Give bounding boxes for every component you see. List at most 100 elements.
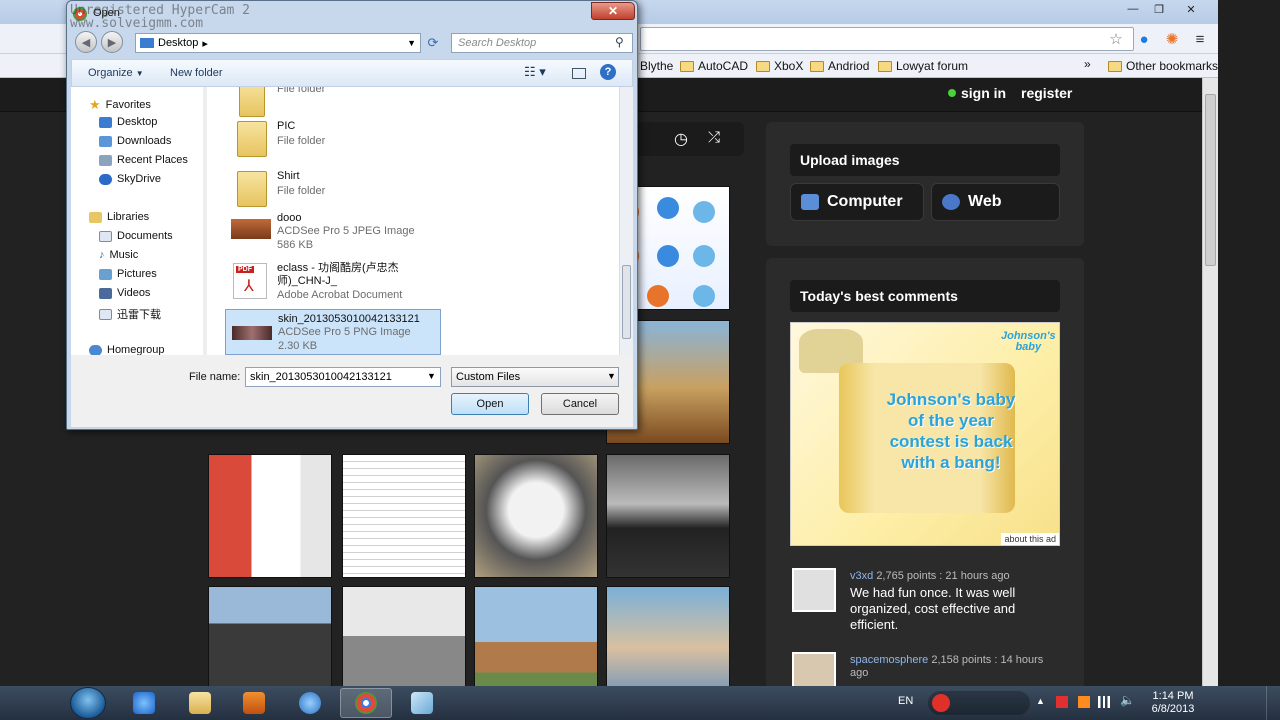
show-desktop-button[interactable]: [1266, 686, 1280, 720]
file-item-shirt[interactable]: Shirt File folder: [225, 167, 441, 213]
taskbar-chrome[interactable]: [340, 688, 392, 718]
menu-icon[interactable]: ≡: [1190, 29, 1210, 49]
file-item-eclass[interactable]: PDF ⅄ eclass - 功阁酷房(卢忠杰师)_CHN-J_ Adobe A…: [225, 259, 441, 305]
file-type-select[interactable]: Custom Files: [451, 367, 619, 387]
close-window-button[interactable]: ✕: [1178, 0, 1204, 18]
other-bookmarks[interactable]: Other bookmarks: [1108, 57, 1218, 75]
taskbar-app[interactable]: [396, 688, 448, 718]
gallery-thumb[interactable]: [474, 586, 598, 686]
view-options-icon[interactable]: ☷ ▾: [524, 64, 546, 80]
search-input[interactable]: Search Desktop: [451, 33, 633, 53]
file-size: 586 KB: [277, 239, 314, 251]
nav-pictures[interactable]: Pictures: [99, 268, 157, 280]
file-item-pic[interactable]: PIC File folder: [225, 117, 441, 163]
minimize-button[interactable]: —: [1120, 0, 1146, 18]
file-list-scrollbar[interactable]: [619, 87, 633, 355]
network-signal-icon[interactable]: [1098, 696, 1110, 708]
comment-user-link[interactable]: v3xd: [850, 570, 873, 582]
file-list-scroll-thumb[interactable]: [622, 265, 631, 339]
bookmark-lowyat[interactable]: Lowyat forum: [878, 57, 968, 75]
nav-desktop[interactable]: Desktop: [99, 116, 157, 128]
nav-label: Libraries: [107, 211, 150, 223]
clock-icon[interactable]: ◷: [674, 129, 688, 149]
search-icon[interactable]: ⚲: [615, 35, 624, 49]
preview-pane-icon[interactable]: [572, 68, 586, 79]
dialog-close-button[interactable]: ✕: [591, 2, 635, 20]
nav-libraries[interactable]: Libraries: [89, 211, 149, 223]
nav-documents[interactable]: Documents: [99, 230, 173, 242]
path-segment[interactable]: Desktop: [158, 37, 198, 49]
avatar[interactable]: [792, 652, 836, 686]
back-button[interactable]: ◀: [75, 31, 97, 53]
page-scrollbar[interactable]: [1202, 78, 1218, 686]
ad-headline: Johnson's baby of the year contest is ba…: [886, 390, 1016, 472]
taskbar-itunes[interactable]: [284, 688, 336, 718]
gallery-thumb[interactable]: [606, 586, 730, 686]
bookmark-xbox[interactable]: XboX: [756, 57, 803, 75]
cancel-button[interactable]: Cancel: [541, 393, 619, 415]
language-indicator[interactable]: EN: [898, 695, 913, 707]
gallery-thumb[interactable]: [474, 454, 598, 578]
address-bar[interactable]: [640, 27, 1134, 51]
extension-s-icon[interactable]: ●: [1134, 29, 1154, 49]
downloads-icon: [99, 135, 112, 147]
bookmarks-overflow-button[interactable]: »: [1084, 57, 1091, 71]
about-this-ad-link[interactable]: about this ad: [1001, 533, 1059, 545]
nav-favorites[interactable]: ★ Favorites: [89, 97, 151, 113]
gallery-thumb[interactable]: [342, 586, 466, 686]
path-dropdown-icon[interactable]: ▼: [407, 38, 416, 48]
nav-recent-places[interactable]: Recent Places: [99, 154, 188, 166]
gallery-thumb[interactable]: [208, 454, 332, 578]
taskbar-ie[interactable]: [118, 688, 170, 718]
shuffle-icon[interactable]: ⤮: [708, 129, 720, 146]
record-icon[interactable]: [932, 694, 950, 712]
tray-clock[interactable]: 1:14 PM 6/8/2013: [1140, 690, 1206, 716]
nav-music[interactable]: ♪ Music: [99, 249, 138, 261]
volume-icon[interactable]: 🔈: [1120, 693, 1135, 707]
register-link[interactable]: register: [1021, 85, 1072, 101]
comments-title: Today's best comments: [790, 280, 1060, 312]
page-scroll-thumb[interactable]: [1205, 94, 1216, 266]
tray-expand-icon[interactable]: ▲: [1036, 696, 1048, 708]
upload-web-button[interactable]: Web: [931, 183, 1060, 221]
file-type-dropdown-icon[interactable]: ▼: [607, 371, 616, 381]
help-icon[interactable]: ?: [600, 64, 616, 80]
comment-user-link[interactable]: spacemosphere: [850, 654, 928, 666]
taskbar-explorer[interactable]: [174, 688, 226, 718]
gallery-thumb[interactable]: [342, 454, 466, 578]
nav-downloads[interactable]: Downloads: [99, 135, 171, 147]
gallery-thumb[interactable]: [606, 454, 730, 578]
file-item-skin[interactable]: skin_2013053010042133121 ACDSee Pro 5 PN…: [225, 309, 441, 355]
bookmark-autocad[interactable]: AutoCAD: [680, 57, 748, 75]
tray-app-icon[interactable]: [1078, 696, 1090, 708]
avatar[interactable]: [792, 568, 836, 612]
folder-icon: [810, 60, 824, 72]
refresh-icon[interactable]: ⟳: [423, 33, 443, 53]
gallery-thumb[interactable]: [208, 586, 332, 686]
organize-button[interactable]: Organize ▼: [88, 67, 144, 79]
start-button[interactable]: [70, 687, 106, 719]
sign-in-link[interactable]: sign in: [961, 85, 1006, 101]
nav-skydrive[interactable]: SkyDrive: [99, 173, 161, 185]
file-name-input[interactable]: skin_2013053010042133121: [245, 367, 441, 387]
new-folder-button[interactable]: New folder: [170, 67, 223, 79]
taskbar-media-player[interactable]: [228, 688, 280, 718]
nav-videos[interactable]: Videos: [99, 287, 150, 299]
advertisement[interactable]: Johnson's baby Johnson's baby of the year…: [790, 322, 1060, 546]
nav-thunder-downloads[interactable]: 迅雷下载: [99, 306, 161, 322]
tray-flag-icon[interactable]: [1056, 696, 1068, 708]
file-name-dropdown-icon[interactable]: ▼: [427, 371, 436, 381]
maximize-button[interactable]: ❐: [1146, 0, 1172, 18]
file-item-dooo[interactable]: dooo ACDSee Pro 5 JPEG Image 586 KB: [225, 209, 441, 255]
path-bar[interactable]: Desktop ▸ ▼: [135, 33, 421, 53]
upload-computer-button[interactable]: Computer: [790, 183, 924, 221]
star-icon[interactable]: ☆: [1106, 29, 1126, 49]
app-icon: [411, 692, 433, 714]
bookmark-andriod[interactable]: Andriod: [810, 57, 869, 75]
forward-button[interactable]: ▶: [101, 31, 123, 53]
recorder-controls[interactable]: [928, 691, 1030, 715]
path-chevron-icon[interactable]: ▸: [202, 37, 208, 50]
bookmark-blythe[interactable]: Blythe: [640, 57, 673, 75]
open-button[interactable]: Open: [451, 393, 529, 415]
extension-gear-icon[interactable]: ✺: [1162, 29, 1182, 49]
